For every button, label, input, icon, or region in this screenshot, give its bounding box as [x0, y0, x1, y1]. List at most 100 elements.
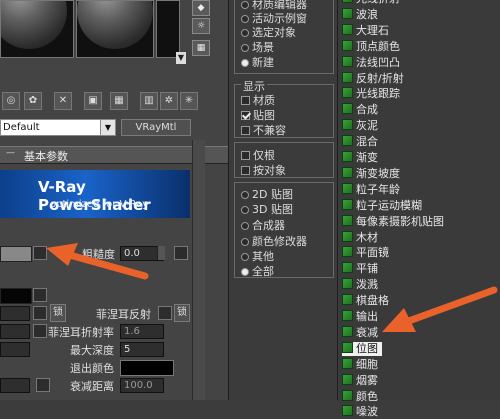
map-list-item[interactable]: 反射/折射 [342, 71, 404, 86]
use-interp-checkbox[interactable] [36, 378, 50, 392]
reflect-map-button[interactable] [33, 288, 47, 302]
browse-from-option[interactable]: 新建 [241, 54, 274, 70]
map-list-item[interactable]: 顶点颜色 [342, 39, 400, 54]
fresnel-checkbox[interactable] [158, 306, 172, 320]
map-list-item[interactable]: 法线凹凸 [342, 55, 400, 70]
category-option[interactable]: 全部 [241, 263, 274, 279]
exit-color-swatch[interactable] [120, 360, 174, 376]
map-list-item[interactable]: 平铺 [342, 262, 378, 276]
diffuse-color-swatch[interactable] [0, 246, 32, 262]
fresnel-ior-field[interactable]: 1.6 [120, 324, 164, 339]
category-option[interactable]: 其他 [241, 248, 274, 264]
map-list-item-selected[interactable]: 位图 [342, 341, 382, 356]
fresnel-lock-button[interactable]: 锁 [174, 304, 190, 322]
filter-option[interactable]: 仅根 [241, 147, 275, 163]
map-list-item[interactable]: 大理石 [342, 23, 389, 38]
max-depth-field[interactable]: 5 [120, 342, 164, 357]
reset-icon[interactable]: ✕ [54, 92, 72, 110]
hilight-map-button[interactable] [33, 306, 47, 320]
roughness-spinner[interactable] [157, 246, 165, 260]
reflect-color-swatch[interactable] [0, 288, 32, 304]
map-list-item[interactable]: 颜色 [342, 389, 378, 404]
radio-icon [241, 29, 249, 37]
map-list-item[interactable]: 平面镜 [342, 246, 389, 260]
map-icon [342, 389, 353, 401]
rollout-scrollbar[interactable] [192, 140, 205, 400]
map-icon [342, 405, 353, 417]
map-list-item[interactable]: 噪波 [342, 405, 378, 419]
map-list-item[interactable]: 衰减 [342, 325, 378, 340]
map-list-item[interactable]: 输出 [342, 310, 378, 324]
map-list-item[interactable]: 粒子年龄 [342, 182, 400, 197]
map-list-item[interactable]: 光线折射 [342, 0, 400, 6]
dim-distance-field[interactable]: 100.0 [120, 378, 164, 393]
browse-from-option[interactable]: 场景 [241, 39, 274, 55]
map-list-item-label: 输出 [356, 310, 378, 323]
map-list-item-label: 光线跟踪 [356, 87, 400, 101]
map-list-item-label: 木材 [356, 230, 378, 244]
sample-sphere-1 [1, 1, 67, 49]
map-list-item[interactable]: 混合 [342, 135, 378, 149]
map-icon [342, 151, 353, 162]
sample-slot-2[interactable] [76, 0, 154, 58]
get-material-icon[interactable]: ◎ [2, 92, 20, 110]
map-list-item[interactable]: 合成 [342, 103, 378, 117]
map-icon [342, 166, 353, 178]
backlight-icon[interactable]: ☼ [192, 18, 210, 34]
refl-gloss-map-button[interactable] [33, 324, 47, 338]
dim-distance-value: 100.0 [124, 380, 153, 391]
radio-icon [241, 222, 249, 230]
go-parent-icon[interactable]: ✲ [160, 92, 178, 110]
scroll-down-icon[interactable]: ▼ [176, 52, 186, 64]
map-list-item[interactable]: 光线跟踪 [342, 87, 400, 101]
subdivs-field[interactable] [0, 342, 30, 357]
map-icon [342, 135, 353, 147]
show-option[interactable]: 不兼容 [241, 122, 286, 138]
filter-option[interactable]: 按对象 [241, 162, 286, 178]
checker-icon[interactable]: ▦ [110, 92, 128, 110]
map-list-item[interactable]: 泼溅 [342, 278, 378, 292]
hilight-gloss-field[interactable] [0, 306, 30, 321]
map-list-item[interactable]: 木材 [342, 230, 378, 245]
vray-banner: V-Ray PowerShader optimized for V-Ray [0, 170, 190, 218]
option-label: 不兼容 [253, 124, 286, 137]
map-icon [342, 182, 353, 194]
category-option[interactable]: 2D 贴图 [241, 186, 293, 202]
chevron-down-icon[interactable]: ▼ [100, 120, 115, 135]
sample-type-icon[interactable]: ◆ [192, 0, 210, 16]
show-map-icon[interactable]: ▥ [140, 92, 158, 110]
map-list-item[interactable]: 灰泥 [342, 119, 378, 133]
map-list-item[interactable]: 每像素摄影机贴图 [342, 214, 444, 229]
map-icon [342, 55, 353, 67]
map-list-item[interactable]: 渐变坡度 [342, 166, 400, 181]
assign-material-icon[interactable]: ✿ [24, 92, 42, 110]
category-option[interactable]: 颜色修改器 [241, 233, 307, 249]
lock-button[interactable]: 锁 [50, 304, 66, 322]
interp-field[interactable] [0, 378, 30, 393]
category-option[interactable]: 3D 贴图 [241, 201, 293, 217]
map-icon [342, 373, 353, 385]
map-list-item[interactable]: 波浪 [342, 7, 378, 22]
map-list-item[interactable]: 细胞 [342, 357, 378, 372]
material-type-button[interactable]: VRayMtl [121, 119, 191, 136]
go-sibling-icon[interactable]: ✳ [180, 92, 198, 110]
map-list-item[interactable]: 渐变 [342, 151, 378, 165]
map-list-item-label: 法线凹凸 [356, 55, 400, 69]
material-name-field[interactable]: Default ▼ [0, 119, 116, 136]
roughness-map-button[interactable] [174, 246, 188, 260]
map-icon [342, 341, 353, 353]
copy-icon[interactable]: ▣ [84, 92, 102, 110]
browse-from-option[interactable]: 选定对象 [241, 24, 296, 40]
map-list-item[interactable]: 烟雾 [342, 373, 378, 388]
option-label: 3D 贴图 [252, 203, 293, 216]
option-label: 全部 [252, 265, 274, 278]
refl-gloss-field[interactable] [0, 324, 30, 339]
show-option[interactable]: 贴图 [241, 107, 275, 123]
sample-slot-1[interactable] [0, 0, 74, 58]
map-list-item[interactable]: 粒子运动模糊 [342, 198, 422, 213]
radio-icon [241, 1, 249, 9]
sample-slot-3[interactable] [156, 0, 180, 58]
background-icon[interactable]: ▦ [192, 40, 210, 56]
show-option[interactable]: 材质 [241, 92, 275, 108]
category-option[interactable]: 合成器 [241, 217, 285, 233]
